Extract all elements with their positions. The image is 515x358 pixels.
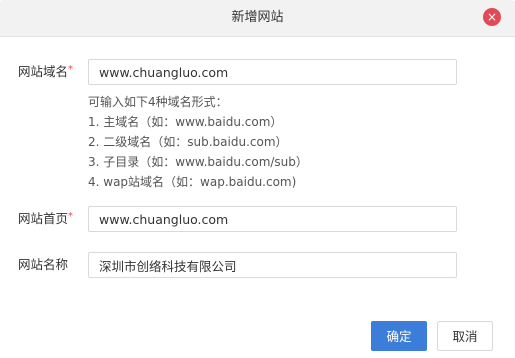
domain-label: 网站域名*	[18, 60, 73, 84]
domain-label-text: 网站域名	[18, 64, 69, 79]
add-site-dialog: 新增网站 × 网站域名* 可输入如下4种域名形式： 1. 主域名（如：www.b…	[0, 0, 515, 358]
dialog-title: 新增网站	[231, 10, 284, 25]
homepage-input[interactable]	[88, 206, 457, 232]
dialog-titlebar: 新增网站 ×	[0, 0, 515, 37]
site-name-input[interactable]	[88, 252, 457, 278]
homepage-label: 网站首页*	[18, 207, 73, 231]
homepage-label-text: 网站首页	[18, 211, 69, 226]
hint-intro: 可输入如下4种域名形式：	[88, 95, 228, 109]
hint-item: 4. wap站域名（如：wap.baidu.com)	[88, 175, 297, 189]
hint-item: 3. 子目录（如：www.baidu.com/sub）	[88, 155, 308, 169]
hint-item: 1. 主域名（如：www.baidu.com）	[88, 115, 283, 129]
cancel-button[interactable]: 取消	[437, 321, 493, 351]
required-mark: *	[68, 211, 74, 222]
site-name-label: 网站名称	[18, 257, 69, 272]
hint-item: 2. 二级域名（如：sub.baidu.com）	[88, 135, 288, 149]
domain-format-hint: 可输入如下4种域名形式： 1. 主域名（如：www.baidu.com） 2. …	[88, 92, 308, 192]
required-mark: *	[68, 64, 74, 75]
close-icon[interactable]: ×	[483, 8, 501, 26]
domain-input[interactable]	[88, 59, 457, 85]
confirm-button[interactable]: 确定	[371, 321, 427, 351]
